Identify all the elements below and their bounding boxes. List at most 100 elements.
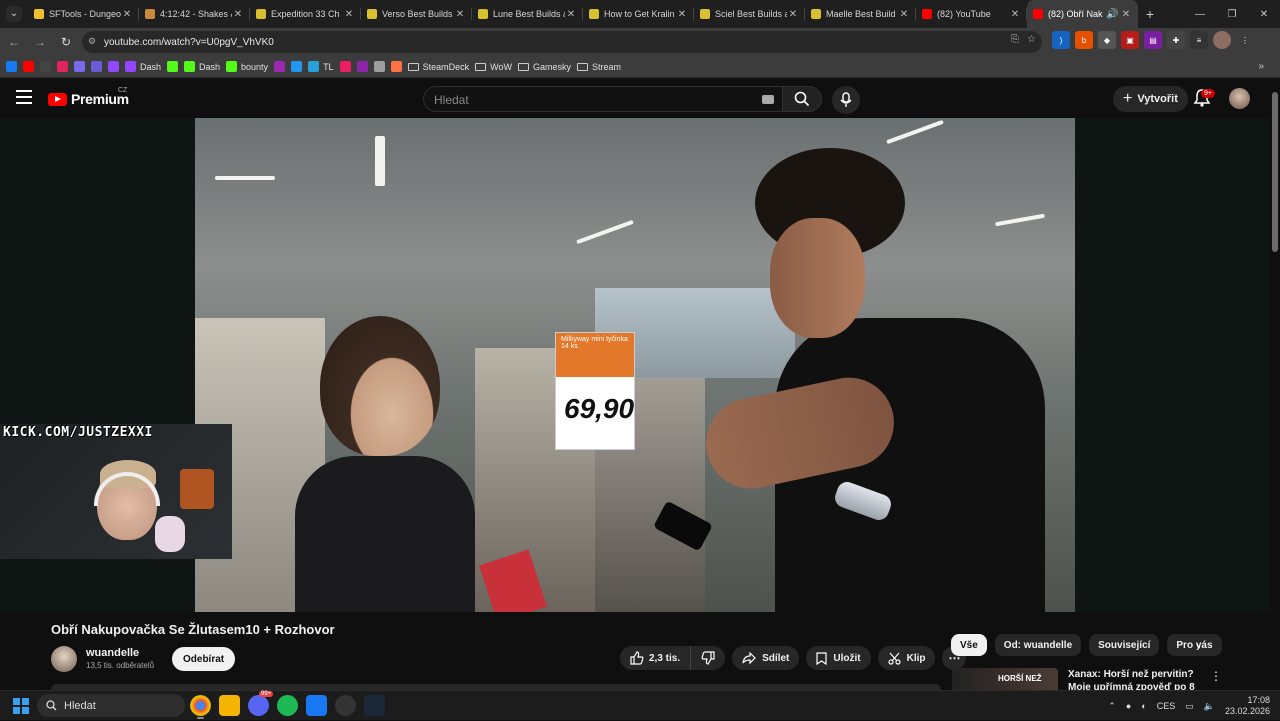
recommended-title[interactable]: Xanax: Horší než pervitin? Moje upřímná … [1068, 668, 1204, 690]
tab-search-icon[interactable]: ≡ [1190, 31, 1208, 49]
bookmark-item[interactable] [291, 61, 303, 72]
channel-name[interactable]: wuandelle [86, 647, 139, 659]
clock[interactable]: 17:08 23.02.2026 [1225, 695, 1270, 717]
audio-icon[interactable]: 🔊 [1106, 9, 1118, 20]
tray-app-icon[interactable]: ● [1126, 701, 1131, 711]
filter-chip[interactable]: Od: wuandelle [994, 634, 1082, 656]
browser-tab[interactable]: How to Get Kralin ✕ [583, 0, 694, 28]
extension-icon[interactable]: ◆ [1098, 31, 1116, 49]
tab-close-icon[interactable]: ✕ [787, 9, 799, 20]
discord-icon[interactable]: 99+ [248, 691, 274, 716]
like-button[interactable]: 2,3 tis. [620, 646, 692, 670]
spotify-icon[interactable] [277, 695, 298, 716]
install-icon[interactable]: ⎘ [1011, 34, 1019, 45]
filter-chip[interactable]: Pro vás [1167, 634, 1222, 656]
bookmark-item[interactable] [339, 61, 351, 72]
bookmark-item[interactable] [23, 61, 34, 72]
more-bookmarks-icon[interactable]: » [1258, 61, 1264, 72]
bookmark-folder[interactable]: SteamDeck [407, 62, 469, 72]
bookmark-item[interactable]: bounty [226, 61, 268, 72]
scrollbar-thumb[interactable] [1272, 92, 1278, 252]
browser-tab[interactable]: Verso Best Builds ✕ [361, 0, 472, 28]
chrome-icon[interactable] [190, 695, 211, 719]
bookmark-folder[interactable]: WoW [475, 62, 512, 72]
subscribe-button[interactable]: Odebírat [172, 647, 236, 671]
chevron-up-icon[interactable]: ⌃ [1108, 701, 1116, 712]
bookmark-item[interactable] [6, 61, 17, 72]
browser-tab[interactable]: Sciel Best Builds a ✕ [694, 0, 805, 28]
file-explorer-icon[interactable] [219, 695, 240, 716]
tab-close-icon[interactable]: ✕ [676, 9, 688, 20]
maximize-icon[interactable]: ❐ [1216, 0, 1248, 28]
save-button[interactable]: Uložit [806, 646, 871, 670]
close-window-icon[interactable]: ✕ [1248, 0, 1280, 28]
windows-start-icon[interactable] [13, 698, 29, 714]
obs-icon[interactable] [335, 695, 356, 716]
recommended-thumbnail[interactable]: HORŠÍ NEŽ [952, 668, 1058, 690]
new-tab-button[interactable]: + [1138, 6, 1162, 22]
bookmark-item[interactable] [40, 61, 51, 72]
tray-app-icon[interactable]: ◐ [1141, 701, 1146, 711]
guide-menu-icon[interactable] [16, 90, 32, 104]
taskbar-search[interactable]: Hledat [37, 694, 185, 717]
page-scrollbar[interactable] [1270, 78, 1280, 688]
extension-icon[interactable]: ▤ [1144, 31, 1162, 49]
bookmark-item[interactable] [373, 61, 385, 72]
bookmark-item[interactable]: Dash [125, 61, 161, 72]
menu-kebab-icon[interactable]: ⋮ [1236, 31, 1254, 49]
bookmark-item[interactable] [108, 61, 119, 72]
tab-close-icon[interactable]: ✕ [565, 9, 577, 20]
address-bar[interactable]: ⚙ youtube.com/watch?v=U0pgV_VhVK0 ⎘ ☆ [82, 31, 1042, 53]
keyboard-icon[interactable] [762, 95, 774, 104]
channel-avatar[interactable] [51, 646, 77, 672]
bookmark-item[interactable]: TL [308, 61, 334, 72]
network-icon[interactable]: ▭ [1185, 701, 1194, 712]
search-input[interactable]: Hledat [423, 86, 786, 112]
browser-tab[interactable]: (82) YouTube ✕ [916, 0, 1027, 28]
messenger-icon[interactable] [306, 695, 327, 716]
filter-chip[interactable]: Vše [951, 634, 987, 656]
browser-tab[interactable]: SFTools - Dungeo ✕ [28, 0, 139, 28]
site-info-icon[interactable]: ⚙ [88, 36, 100, 48]
extension-icon[interactable]: b [1075, 31, 1093, 49]
tab-close-icon[interactable]: ✕ [454, 9, 466, 20]
bookmark-item[interactable] [167, 61, 179, 72]
bookmark-star-icon[interactable]: ☆ [1027, 34, 1036, 45]
language-indicator[interactable]: CES [1157, 701, 1176, 711]
filter-chip[interactable]: Související [1089, 634, 1160, 656]
browser-tab[interactable]: 4:12:42 - Shakes & ✕ [139, 0, 250, 28]
extensions-puzzle-icon[interactable]: ✚ [1167, 31, 1185, 49]
share-button[interactable]: Sdílet [732, 646, 800, 670]
youtube-premium-logo[interactable]: Premium CZ [48, 87, 129, 107]
bookmark-item[interactable]: Dash [184, 61, 220, 72]
create-button[interactable]: + Vytvořit [1113, 86, 1188, 112]
steam-icon[interactable] [364, 695, 385, 716]
minimize-icon[interactable]: — [1184, 0, 1216, 28]
tab-close-icon[interactable]: ✕ [343, 9, 355, 20]
bookmark-folder[interactable]: Stream [576, 62, 621, 72]
browser-tab[interactable]: (82) Obří Nak 🔊 ✕ [1027, 0, 1138, 28]
bookmark-item[interactable] [356, 61, 368, 72]
tab-close-icon[interactable]: ✕ [232, 9, 244, 20]
account-avatar[interactable] [1229, 88, 1250, 109]
bookmark-item[interactable] [57, 61, 68, 72]
forward-icon[interactable]: → [28, 30, 52, 54]
bookmark-item[interactable] [274, 61, 286, 72]
bookmark-folder[interactable]: Gamesky [517, 62, 571, 72]
profile-icon[interactable] [1213, 31, 1231, 49]
reload-icon[interactable]: ↻ [54, 30, 78, 54]
voice-search-button[interactable] [832, 86, 860, 114]
dislike-button[interactable] [691, 646, 725, 670]
browser-tab[interactable]: Expedition 33 Ch ✕ [250, 0, 361, 28]
clip-button[interactable]: Klip [877, 646, 936, 670]
bookmark-item[interactable] [91, 61, 102, 72]
back-icon[interactable]: ← [2, 30, 26, 54]
bookmark-item[interactable] [390, 61, 402, 72]
browser-tab[interactable]: Maelle Best Build ✕ [805, 0, 916, 28]
browser-tab[interactable]: Lune Best Builds a ✕ [472, 0, 583, 28]
tab-close-icon[interactable]: ✕ [1009, 9, 1021, 20]
search-button[interactable] [782, 86, 822, 112]
extension-icon[interactable]: ▣ [1121, 31, 1139, 49]
tab-search-button[interactable]: ⌄ [0, 0, 28, 28]
tab-close-icon[interactable]: ✕ [121, 9, 133, 20]
